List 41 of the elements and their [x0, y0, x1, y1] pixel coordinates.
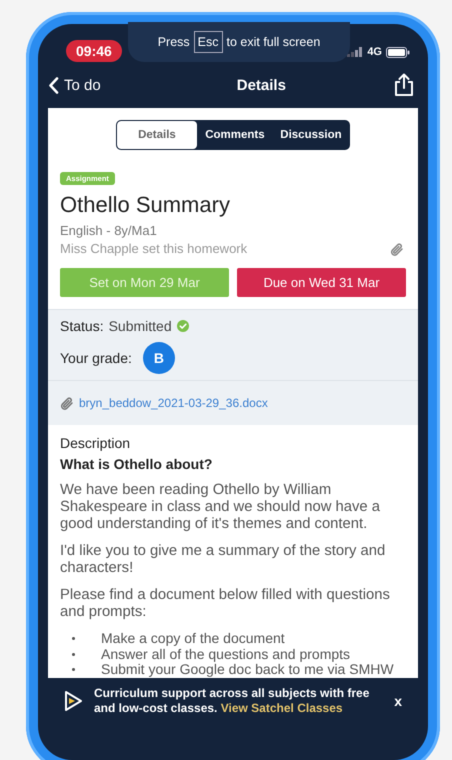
list-item: Submit your Google doc back to me via SMHW — [101, 662, 394, 678]
paperclip-icon — [390, 242, 404, 256]
tab[interactable]: Details — [117, 121, 197, 149]
check-circle-icon — [176, 320, 189, 332]
tab[interactable]: Discussion — [272, 121, 349, 149]
due-date-button[interactable]: Due on Wed 31 Mar — [237, 268, 406, 297]
page-title: Details — [236, 76, 286, 94]
bullet-icon — [72, 637, 75, 640]
back-button[interactable]: To do — [48, 76, 101, 94]
hint-text: Press — [158, 35, 190, 49]
close-button[interactable]: x — [388, 692, 408, 710]
share-icon[interactable] — [394, 73, 414, 97]
hint-text: to exit full screen — [226, 35, 320, 49]
list-item: Answer all of the questions and prompts — [101, 646, 350, 662]
description-subheading: What is Othello about? — [60, 456, 214, 472]
grade-label: Your grade: — [60, 350, 132, 366]
promo-text: Curriculum support across all subjects with free and low-cost classes. View Satchel Classes — [94, 686, 370, 716]
bullet-icon — [72, 652, 75, 656]
battery-icon — [386, 46, 410, 58]
status-time: 09:46 — [66, 40, 122, 62]
assignment-title: Othello Summary — [60, 192, 231, 218]
satchel-classes-link[interactable]: View Satchel Classes — [220, 700, 343, 714]
subject-label: English - 8y/Ma1 — [60, 222, 158, 240]
chevron-left-icon — [48, 76, 59, 94]
tab[interactable]: Comments — [196, 121, 273, 149]
paperclip-icon — [60, 396, 74, 410]
description-paragraph: Please find a document below filled with questions and prompts: — [60, 587, 391, 621]
status-value: Submitted — [108, 318, 172, 334]
signal-icon — [347, 47, 364, 57]
network-label: 4G — [367, 46, 382, 58]
play-logo-icon — [62, 688, 84, 712]
description-paragraph: I'd like you to give me a summary of the story and characters! — [60, 543, 386, 577]
description-heading: Description — [60, 435, 132, 451]
esc-key: Esc — [194, 31, 222, 53]
grade-badge: B — [142, 342, 175, 374]
list-item: Make a copy of the document — [101, 631, 285, 646]
description-paragraph: We have been reading Othello by William Shakespeare in class and we should now have a good understanding of it's themes and content. — [60, 482, 381, 533]
bullet-icon — [72, 668, 75, 672]
status-label: Status: — [60, 318, 104, 334]
attachment-link[interactable]: bryn_beddow_2021-03-29_36.docx — [79, 396, 268, 410]
teacher-label: Miss Chapple set this homework — [60, 240, 248, 258]
